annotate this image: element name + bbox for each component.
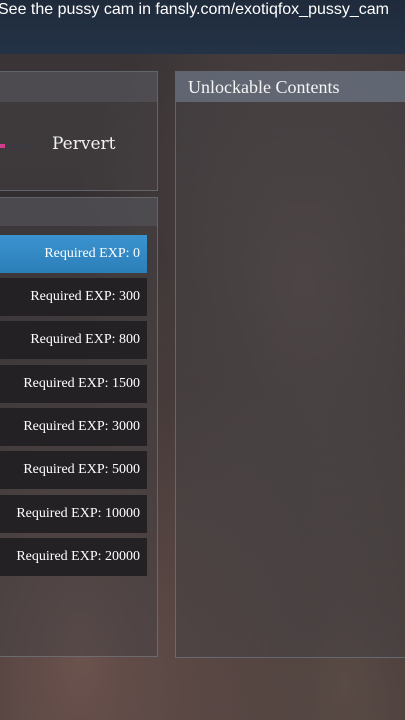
- unlockable-contents-panel: Unlockable Contents: [175, 71, 405, 658]
- level-button-10000[interactable]: Required EXP: 10000: [0, 495, 147, 533]
- level-list-header: [0, 198, 157, 226]
- rank-progress-fill: [0, 144, 5, 148]
- level-button-800[interactable]: Required EXP: 800: [0, 321, 147, 359]
- rank-panel-header: [0, 72, 157, 102]
- level-button-5000[interactable]: Required EXP: 5000: [0, 451, 147, 489]
- promo-banner-text: See the pussy cam in fansly.com/exotiqfo…: [0, 1, 389, 18]
- rank-panel: Pervert: [0, 71, 158, 191]
- promo-banner: See the pussy cam in fansly.com/exotiqfo…: [0, 0, 405, 54]
- rank-label: Pervert: [52, 134, 116, 154]
- level-button-20000[interactable]: Required EXP: 20000: [0, 538, 147, 576]
- rank-progress-bar: [0, 144, 33, 148]
- level-button-0[interactable]: Required EXP: 0: [0, 235, 147, 273]
- level-button-1500[interactable]: Required EXP: 1500: [0, 365, 147, 403]
- unlockable-contents-title: Unlockable Contents: [176, 72, 405, 102]
- level-button-300[interactable]: Required EXP: 300: [0, 278, 147, 316]
- level-list-panel: Required EXP: 0 Required EXP: 300 Requir…: [0, 197, 158, 657]
- level-button-3000[interactable]: Required EXP: 3000: [0, 408, 147, 446]
